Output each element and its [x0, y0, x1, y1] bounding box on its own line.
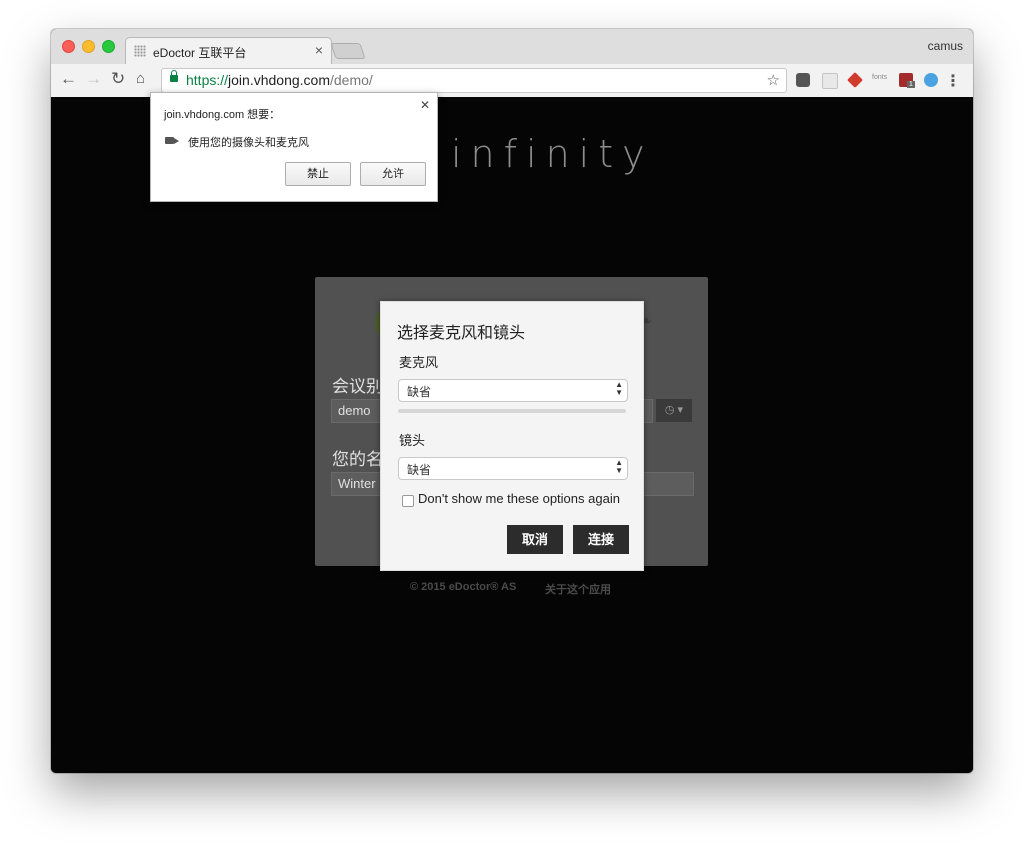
microphone-label: 麦克风 — [399, 355, 439, 370]
camera-select[interactable]: 缺省 ▲ ▼ — [398, 457, 628, 480]
extension-badge-count: 1 — [907, 81, 915, 88]
password-icon[interactable] — [822, 73, 838, 89]
history-dropdown-button[interactable]: ◷ ▾ — [656, 399, 692, 422]
permission-site-request: join.vhdong.com 想要： — [164, 109, 281, 121]
permission-request-text: 使用您的摄像头和麦克风 — [188, 137, 309, 149]
home-icon[interactable]: ⌂ — [136, 69, 145, 89]
url-scheme: https:// — [186, 72, 229, 88]
tab-title: eDoctor 互联平台 — [153, 46, 247, 60]
url-text: https://join.vhdong.com/demo/ — [186, 72, 373, 88]
name-label: 您的名 — [332, 450, 383, 469]
close-window-icon[interactable] — [62, 40, 75, 53]
allow-button[interactable]: 允许 — [360, 162, 426, 186]
address-bar[interactable]: https://join.vhdong.com/demo/ ☆ — [161, 68, 787, 93]
back-icon[interactable]: ← — [60, 69, 77, 89]
select-arrows-icon: ▲ ▼ — [615, 380, 623, 397]
camera-icon — [165, 137, 179, 144]
forward-icon[interactable]: → — [85, 69, 102, 89]
block-button[interactable]: 禁止 — [285, 162, 351, 186]
new-tab-button[interactable] — [330, 43, 366, 59]
infinity-logo: infinity — [451, 132, 654, 176]
footer-about-link[interactable]: 关于这个应用 — [545, 581, 611, 597]
camera-value: 缺省 — [407, 463, 432, 477]
fonts-extension-icon[interactable]: fonts — [872, 74, 887, 81]
meeting-value: demo — [338, 403, 371, 418]
bird-extension-icon[interactable] — [924, 73, 938, 87]
pocket-icon[interactable] — [796, 73, 810, 87]
reload-icon[interactable]: ↻ — [111, 69, 125, 89]
lock-icon — [170, 70, 178, 82]
connect-button[interactable]: 连接 — [573, 525, 629, 554]
browser-window: eDoctor 互联平台 × camus ← → ↻ ⌂ https://joi… — [51, 29, 973, 773]
dialog-title: 选择麦克风和镜头 — [397, 325, 526, 342]
footer-copyright: © 2015 eDoctor® AS — [410, 581, 517, 593]
dont-show-checkbox[interactable] — [402, 495, 414, 507]
name-value: Winter — [338, 476, 376, 491]
select-arrows-icon: ▲ ▼ — [615, 458, 623, 475]
tab-strip: eDoctor 互联平台 × camus — [51, 29, 973, 65]
url-path: /demo/ — [329, 72, 373, 88]
history-icon: ◷ ▾ — [664, 404, 684, 416]
menu-icon[interactable]: ⋮ — [945, 71, 961, 91]
browser-tab[interactable]: eDoctor 互联平台 × — [125, 37, 332, 65]
popup-close-icon[interactable]: ✕ — [420, 98, 430, 112]
camera-label: 镜头 — [399, 433, 426, 448]
favicon-icon — [134, 45, 146, 57]
angular-icon[interactable] — [847, 72, 863, 88]
cancel-button[interactable]: 取消 — [507, 525, 563, 554]
permission-popup: join.vhdong.com 想要： ✕ 使用您的摄像头和麦克风 禁止 允许 — [150, 92, 438, 202]
microphone-select[interactable]: 缺省 ▲ ▼ — [398, 379, 628, 402]
tab-close-icon[interactable]: × — [315, 42, 323, 58]
maximize-window-icon[interactable] — [102, 40, 115, 53]
profile-name[interactable]: camus — [928, 39, 963, 53]
meeting-label: 会议别 — [332, 377, 383, 396]
url-host: join.vhdong.com — [228, 72, 330, 88]
media-select-dialog: 选择麦克风和镜头 麦克风 缺省 ▲ ▼ 镜头 缺省 ▲ ▼ Don't show m… — [380, 301, 644, 571]
microphone-level-bar — [398, 409, 626, 413]
minimize-window-icon[interactable] — [82, 40, 95, 53]
dont-show-label: Don't show me these options again — [418, 491, 620, 506]
bookmark-star-icon[interactable]: ☆ — [767, 71, 780, 89]
microphone-value: 缺省 — [407, 385, 432, 399]
